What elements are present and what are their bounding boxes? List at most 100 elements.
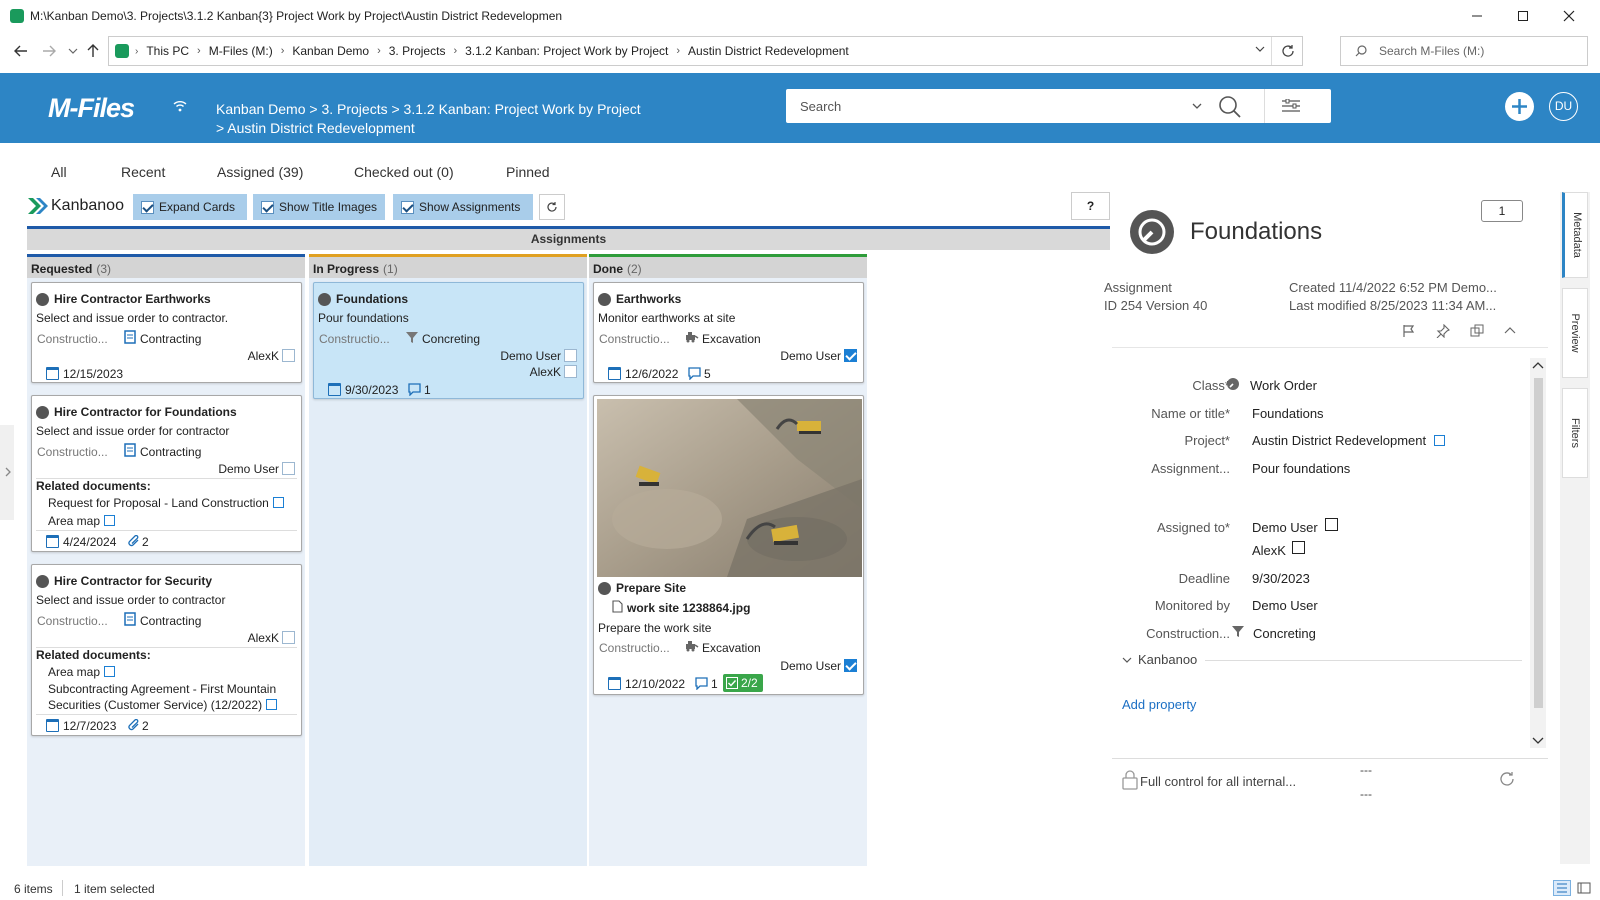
related-document-link[interactable]: Area map (48, 514, 116, 528)
search-input[interactable]: Search (800, 99, 841, 114)
property-value[interactable]: Concreting (1253, 626, 1316, 641)
back-arrow-icon[interactable] (12, 42, 30, 60)
search-filters-icon[interactable] (1282, 99, 1300, 113)
property-value[interactable]: Austin District Redevelopment (1252, 433, 1446, 448)
tab-filters[interactable]: Filters (1562, 388, 1588, 478)
tab-all[interactable]: All (51, 164, 67, 180)
completion-checkbox[interactable] (282, 462, 295, 475)
card-file-name[interactable]: work site 1238864.jpg (627, 601, 750, 615)
tab-checked-out[interactable]: Checked out (0) (354, 164, 454, 180)
kanban-card[interactable]: Earthworks Monitor earthworks at site Co… (593, 282, 864, 383)
mfiles-search-bar[interactable]: Search (786, 89, 1331, 123)
sync-icon[interactable] (1498, 770, 1516, 788)
forward-arrow-icon[interactable] (40, 42, 58, 60)
card-description: Select and issue order for contractor (36, 424, 230, 438)
column-name: In Progress (313, 262, 380, 276)
related-document-link[interactable]: Area map (48, 665, 116, 679)
address-crumb[interactable]: 3. Projects (389, 44, 446, 58)
left-pane-toggle[interactable] (0, 425, 14, 520)
property-group-kanbanoo[interactable]: Kanbanoo (1122, 652, 1206, 667)
header-breadcrumb[interactable]: Kanban Demo > 3. Projects > 3.1.2 Kanban… (216, 101, 641, 117)
add-new-button[interactable] (1505, 92, 1534, 121)
property-value[interactable]: AlexK (1252, 543, 1286, 558)
address-box[interactable]: › This PC › M-Files (M:) › Kanban Demo › 3.… (108, 36, 1303, 66)
show-title-images-toggle[interactable]: Show Title Images (253, 194, 385, 220)
kanban-card[interactable]: Hire Contractor for Security Select and … (31, 564, 302, 736)
properties-scrollbar[interactable] (1530, 358, 1546, 748)
property-value[interactable]: Foundations (1252, 406, 1324, 421)
completion-checkbox[interactable] (564, 365, 577, 378)
scrollbar-thumb[interactable] (1534, 378, 1543, 708)
add-property-link[interactable]: Add property (1122, 697, 1196, 712)
address-crumb[interactable]: Kanban Demo (292, 44, 369, 58)
pin-icon[interactable] (1436, 324, 1450, 338)
up-arrow-icon[interactable] (84, 42, 102, 60)
external-link-icon[interactable] (1434, 435, 1446, 446)
address-crumb[interactable]: 3.1.2 Kanban: Project Work by Project (465, 44, 668, 58)
document-icon (612, 600, 623, 613)
address-crumb[interactable]: This PC (146, 44, 189, 58)
app-icon (10, 9, 24, 23)
related-document-link[interactable]: Securities (Customer Service) (12/2022) (48, 698, 278, 712)
details-view-icon[interactable] (1553, 880, 1571, 896)
divider (62, 880, 63, 896)
kanban-card[interactable]: Prepare Site work site 1238864.jpg Prepa… (593, 395, 864, 695)
tab-preview[interactable]: Preview (1562, 288, 1588, 378)
address-dropdown-icon[interactable] (1255, 45, 1265, 53)
header-breadcrumb-current[interactable]: > Austin District Redevelopment (216, 120, 415, 136)
scroll-up-icon[interactable] (1530, 358, 1546, 372)
explorer-search-box[interactable]: Search M-Files (M:) (1340, 36, 1588, 66)
property-value[interactable]: Demo User (1252, 520, 1318, 535)
help-button[interactable]: ? (1071, 192, 1110, 220)
property-value[interactable]: Demo User (1252, 598, 1318, 613)
card-subtype: Contracting (140, 445, 202, 459)
collapse-chevron-icon[interactable] (1504, 326, 1516, 334)
address-crumb[interactable]: M-Files (M:) (209, 44, 273, 58)
kanban-card[interactable]: Hire Contractor for Foundations Select a… (31, 395, 302, 552)
flag-icon[interactable] (1402, 324, 1416, 338)
address-crumb[interactable]: Austin District Redevelopment (688, 44, 849, 58)
work-site-photo (597, 399, 862, 577)
user-avatar[interactable]: DU (1549, 92, 1578, 121)
property-value[interactable]: Work Order (1250, 378, 1317, 393)
property-value[interactable]: Pour foundations (1252, 461, 1350, 476)
divider (1271, 37, 1272, 65)
tab-pinned[interactable]: Pinned (506, 164, 550, 180)
kanban-refresh-button[interactable] (539, 194, 565, 220)
tab-assigned[interactable]: Assigned (39) (217, 164, 303, 180)
refresh-icon[interactable] (1281, 44, 1295, 58)
completion-checkbox[interactable] (564, 349, 577, 362)
completion-checkbox-checked[interactable] (844, 659, 857, 672)
tab-recent[interactable]: Recent (121, 164, 165, 180)
kanban-card-selected[interactable]: Foundations Pour foundations Constructio… (313, 282, 584, 399)
scroll-down-icon[interactable] (1530, 734, 1546, 748)
column-name: Requested (31, 262, 93, 276)
copy-icon[interactable] (1470, 324, 1484, 338)
large-icons-view-icon[interactable] (1576, 880, 1592, 896)
assignee-complete-checkbox[interactable] (1325, 518, 1338, 531)
search-options-chevron-icon[interactable] (1192, 102, 1202, 110)
project-link[interactable]: Austin District Redevelopment (1252, 433, 1426, 448)
assignment-icon (318, 293, 331, 306)
comment-icon (408, 383, 421, 396)
history-chevron-icon[interactable] (64, 42, 82, 60)
permissions-text[interactable]: Full control for all internal... (1140, 774, 1296, 789)
show-assignments-toggle[interactable]: Show Assignments (393, 194, 533, 220)
assignee-complete-checkbox[interactable] (1292, 541, 1305, 554)
close-button[interactable] (1546, 0, 1592, 32)
kanban-card[interactable]: Hire Contractor Earthworks Select and is… (31, 282, 302, 383)
completion-checkbox-checked[interactable] (844, 349, 857, 362)
completion-checkbox[interactable] (282, 631, 295, 644)
comments-button[interactable]: 1 (1481, 200, 1523, 222)
search-icon[interactable] (1218, 95, 1242, 119)
column-header: In Progress (1) (309, 254, 587, 278)
completion-checkbox[interactable] (282, 349, 295, 362)
related-document-link[interactable]: Subcontracting Agreement - First Mountai… (48, 682, 276, 696)
maximize-button[interactable] (1500, 0, 1546, 32)
expand-cards-toggle[interactable]: Expand Cards (133, 194, 247, 220)
tab-metadata[interactable]: Metadata (1562, 192, 1588, 278)
card-assignee: AlexK (529, 365, 561, 379)
minimize-button[interactable] (1454, 0, 1500, 32)
property-value[interactable]: 9/30/2023 (1252, 571, 1310, 586)
related-document-link[interactable]: Request for Proposal - Land Construction (48, 496, 284, 510)
